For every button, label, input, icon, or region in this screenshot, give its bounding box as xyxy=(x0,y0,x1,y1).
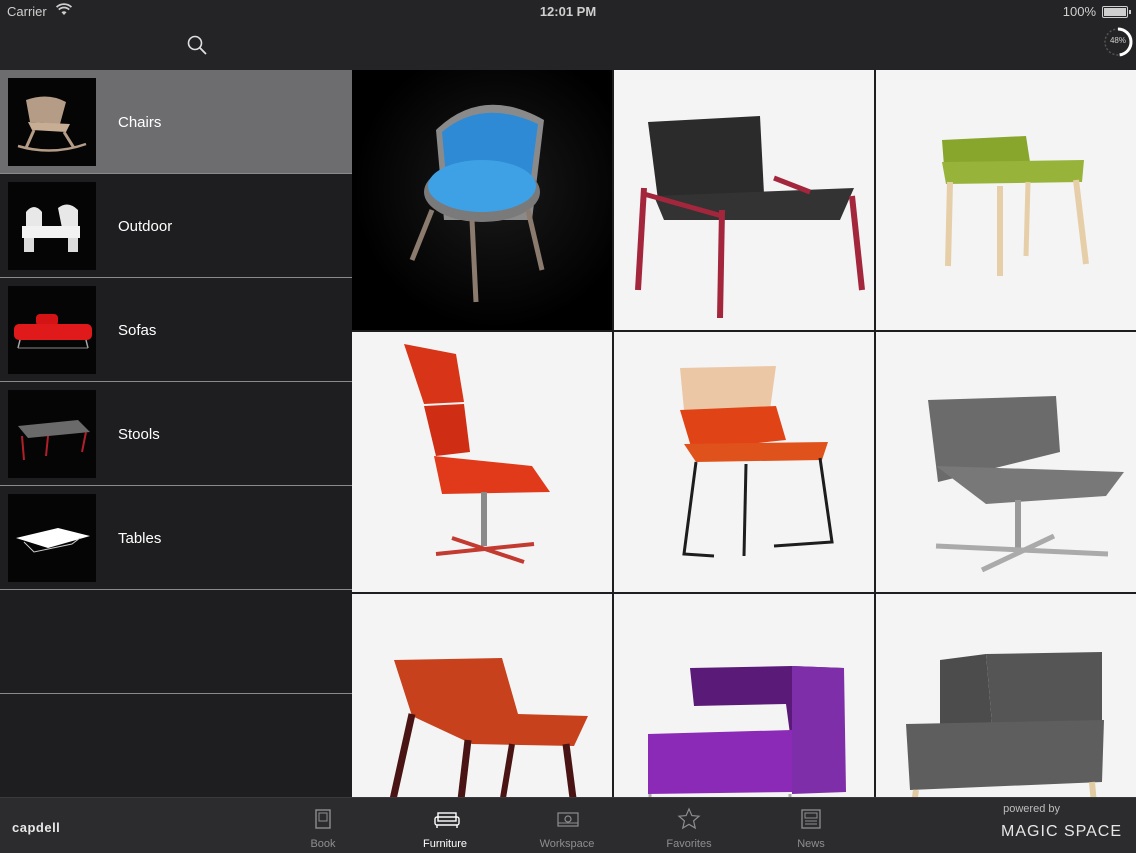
sidebar-item-sofas[interactable]: Sofas xyxy=(0,278,352,382)
blue-chair-icon xyxy=(409,104,545,303)
sofas-thumbnail xyxy=(8,286,96,374)
product-tile[interactable] xyxy=(352,70,612,330)
sidebar-item-label: Outdoor xyxy=(118,218,173,235)
product-tile[interactable] xyxy=(614,594,874,797)
progress-percent: 48% xyxy=(1109,36,1126,45)
battery-percent: 100% xyxy=(1062,4,1096,19)
download-progress[interactable]: 48% xyxy=(1100,24,1136,60)
rocking-chair-icon xyxy=(17,96,87,152)
stool-icon xyxy=(18,420,90,461)
orange-sled-chair-icon xyxy=(680,366,834,558)
workspace-icon xyxy=(557,812,579,827)
sidebar-item-outdoor[interactable]: Outdoor xyxy=(0,174,352,278)
sidebar-empty-row xyxy=(0,694,352,797)
product-grid xyxy=(352,70,1136,797)
tab-workspace[interactable]: Workspace xyxy=(522,798,612,853)
tab-book[interactable]: Book xyxy=(278,798,368,853)
tab-label: Workspace xyxy=(539,838,595,850)
tab-favorites[interactable]: Favorites xyxy=(644,798,734,853)
tab-label: News xyxy=(797,838,825,850)
stools-thumbnail xyxy=(8,390,96,478)
green-chair-icon xyxy=(942,136,1089,276)
sidebar-item-label: Sofas xyxy=(118,322,157,339)
product-tile[interactable] xyxy=(614,70,874,330)
low-table-icon xyxy=(16,528,90,553)
grey-swivel-chair-icon xyxy=(928,396,1124,573)
tab-label: Favorites xyxy=(666,838,712,850)
product-tile[interactable] xyxy=(352,332,612,592)
chairs-thumbnail xyxy=(8,78,96,166)
star-icon xyxy=(677,807,701,830)
sidebar-item-label: Stools xyxy=(118,426,160,443)
news-icon xyxy=(801,809,821,829)
purple-armchair-icon xyxy=(648,666,846,797)
tab-furniture[interactable]: Furniture xyxy=(400,798,490,853)
product-tile[interactable] xyxy=(614,332,874,592)
magic-space-logo: MAGIC SPACE xyxy=(1001,823,1122,840)
tables-thumbnail xyxy=(8,494,96,582)
sidebar-item-label: Tables xyxy=(118,530,162,547)
grey-armchair-icon xyxy=(906,652,1104,797)
sidebar-item-stools[interactable]: Stools xyxy=(0,382,352,486)
status-bar: Carrier 12:01 PM 100% xyxy=(0,0,1136,22)
tab-label: Book xyxy=(310,838,336,850)
sidebar-item-tables[interactable]: Tables xyxy=(0,486,352,590)
top-navbar: 48% xyxy=(0,22,1136,70)
tab-news[interactable]: News xyxy=(766,798,856,853)
leather-lounge-chair-icon xyxy=(389,658,588,797)
battery-icon xyxy=(1102,6,1131,18)
white-outdoor-chair-icon xyxy=(22,204,80,252)
bottom-tabbar: capdell Book Furniture Workspace Favorit… xyxy=(0,797,1136,853)
search-button[interactable] xyxy=(186,34,210,58)
search-icon xyxy=(187,35,207,55)
book-icon xyxy=(315,809,331,829)
sidebar-item-chairs[interactable]: Chairs xyxy=(0,70,352,174)
capdell-logo: capdell xyxy=(12,820,61,835)
sidebar-empty-row xyxy=(0,590,352,694)
category-sidebar: Chairs Outdoor Sofas Stools Tables xyxy=(0,70,352,797)
product-tile[interactable] xyxy=(352,594,612,797)
sidebar-item-label: Chairs xyxy=(118,114,162,131)
product-tile[interactable] xyxy=(876,594,1136,797)
red-highback-chair-icon xyxy=(404,344,550,564)
tab-label: Furniture xyxy=(422,838,468,850)
product-tile[interactable] xyxy=(876,332,1136,592)
powered-by-label: powered by xyxy=(1003,803,1060,815)
clock: 12:01 PM xyxy=(539,4,597,19)
outdoor-thumbnail xyxy=(8,182,96,270)
product-tile[interactable] xyxy=(876,70,1136,330)
red-sofa-icon xyxy=(14,314,92,349)
black-lounge-chair-icon xyxy=(635,116,865,319)
sofa-icon xyxy=(434,812,460,828)
